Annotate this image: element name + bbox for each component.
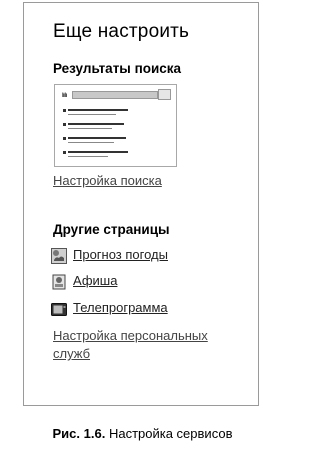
afisha-icon — [52, 274, 66, 290]
weather-icon — [51, 248, 67, 264]
settings-panel: Еще настроить Результаты поиска lılı Нас… — [23, 2, 259, 406]
search-settings-link[interactable]: Настройка поиска — [53, 173, 162, 188]
result-line — [68, 151, 128, 153]
weather-forecast-label: Прогноз погоды — [73, 247, 168, 262]
result-line — [68, 123, 124, 125]
result-bullet — [63, 123, 66, 126]
result-line — [68, 128, 112, 129]
personal-services-settings-link[interactable]: Настройка персональных служб — [53, 327, 243, 363]
figure-number: Рис. 1.6. — [52, 426, 106, 441]
search-preview-thumbnail: lılı — [54, 84, 177, 167]
result-bullet — [63, 109, 66, 112]
result-line — [68, 142, 114, 143]
other-pages-heading: Другие страницы — [53, 222, 170, 237]
tv-program-label: Телепрограмма — [73, 300, 168, 315]
figure-caption-text: Настройка сервисов — [108, 426, 233, 441]
search-bar-thumbnail — [72, 91, 158, 99]
result-line — [68, 109, 128, 111]
search-logo-icon: lılı — [62, 93, 67, 99]
tv-icon — [51, 303, 67, 316]
figure-caption: Рис. 1.6. Настройка сервисов — [0, 426, 285, 441]
result-line — [68, 156, 108, 157]
panel-title: Еще настроить — [53, 21, 190, 42]
result-bullet — [63, 151, 66, 154]
search-button-thumbnail — [158, 89, 171, 100]
afisha-label: Афиша — [73, 273, 118, 288]
result-bullet — [63, 137, 66, 140]
result-line — [68, 137, 126, 139]
search-results-heading: Результаты поиска — [53, 61, 182, 76]
result-line — [68, 114, 116, 115]
